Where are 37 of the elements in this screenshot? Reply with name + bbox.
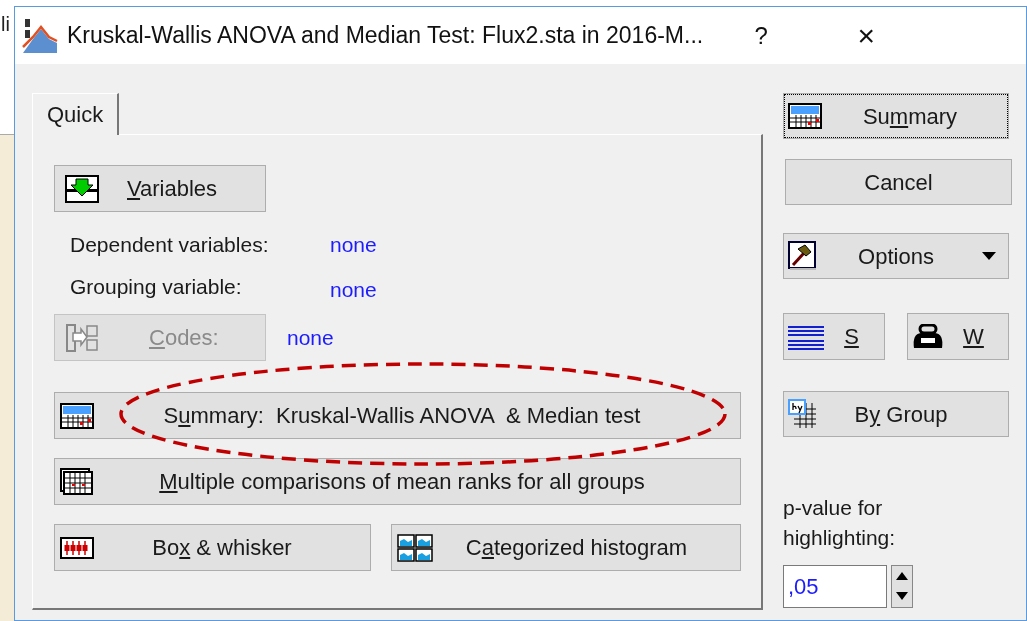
small-button[interactable]: S — [783, 313, 885, 360]
chart-button[interactable]: Categorized histogram — [391, 524, 741, 571]
side-button[interactable]: Cancel — [785, 159, 1012, 205]
window-title: Kruskal-Wallis ANOVA and Median Test: Flux2.sta in 2016-M... — [67, 21, 704, 51]
help-button[interactable]: ? — [741, 17, 782, 54]
spreadsheet-icon — [60, 402, 94, 429]
p-value-field[interactable]: ,05 — [783, 565, 887, 608]
p-value-label: p-value for highlighting: — [783, 495, 897, 551]
histograms-icon — [397, 533, 433, 562]
small-button[interactable]: W — [907, 313, 1009, 360]
hammer-icon — [788, 241, 816, 271]
by-group-button[interactable]: By Group — [783, 391, 1009, 437]
app-icon — [21, 16, 59, 55]
by-group-icon — [788, 399, 818, 429]
analysis-button[interactable]: Summary: Kruskal-Wallis ANOVA & Median test — [54, 392, 741, 439]
window-text-fragment: li — [1, 12, 10, 36]
analysis-button[interactable]: Multiple comparisons of mean ranks for all groups — [54, 458, 741, 505]
spinner[interactable] — [891, 565, 913, 608]
table-icon — [60, 467, 94, 496]
field-value: none — [330, 277, 377, 304]
variables-icon — [65, 174, 99, 203]
side-button[interactable]: Summary — [783, 93, 1009, 139]
field-label: Dependent variables: — [70, 232, 270, 259]
close-button[interactable]: × — [844, 13, 889, 58]
chart-button[interactable]: Box & whisker — [54, 524, 371, 571]
codes-value: none — [287, 324, 334, 351]
weight-icon — [911, 323, 945, 350]
select-cases-icon — [787, 323, 825, 350]
variables-button[interactable]: Variables — [54, 165, 266, 212]
dropdown-caret-icon — [982, 252, 996, 260]
field-value: none — [330, 232, 377, 259]
field-label: Grouping variable: — [70, 274, 243, 301]
spreadsheet-icon — [788, 103, 822, 129]
box-plot-icon — [60, 536, 94, 559]
codes-icon — [65, 322, 99, 353]
tab[interactable]: Quick — [32, 93, 120, 135]
side-button[interactable]: Options — [783, 233, 1009, 279]
